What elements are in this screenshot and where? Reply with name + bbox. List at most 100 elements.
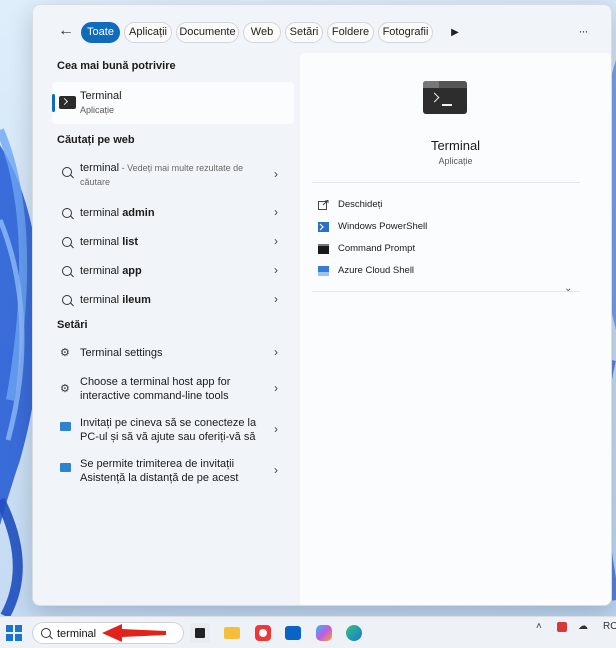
web-result-row[interactable]: terminal ileum ›: [52, 288, 294, 312]
copilot-icon[interactable]: [314, 623, 334, 643]
search-icon: [62, 237, 72, 247]
web-result-query: terminal: [80, 294, 123, 306]
web-result-suggestion: list: [122, 236, 139, 248]
selection-indicator: [52, 94, 55, 112]
terminal-settings-icon: ⚙: [60, 383, 70, 395]
command-prompt-icon: [318, 244, 329, 254]
chevron-right-icon: ›: [274, 205, 278, 219]
settings-result-label-line2: Asistență la distanță de pe acest: [80, 472, 239, 484]
more-filters-button[interactable]: ▶: [448, 22, 462, 43]
divider: [312, 291, 580, 292]
search-icon: [62, 208, 72, 218]
action-azure-cloud-shell[interactable]: Azure Cloud Shell: [318, 263, 578, 281]
search-icon: [62, 167, 72, 177]
terminal-app-large-icon: [423, 81, 467, 114]
settings-result-label: Invitați pe cineva să se conecteze la: [80, 417, 257, 429]
filter-chip-toate[interactable]: Toate: [81, 22, 120, 43]
task-view-icon[interactable]: [190, 623, 210, 643]
web-result-suggestion: ileum: [122, 294, 151, 306]
taskbar: ˄ ☁ RO: [0, 616, 616, 648]
web-result-row[interactable]: terminal list ›: [52, 230, 294, 254]
settings-result-row[interactable]: ⚙ Terminal settings ›: [52, 341, 294, 365]
settings-result-row[interactable]: Invitați pe cineva să se conecteze la PC…: [52, 413, 294, 447]
action-label: Deschideți: [338, 199, 383, 210]
settings-heading: Setări: [57, 319, 88, 331]
web-result-hint: - Vedeți mai multe rezultate de: [119, 163, 244, 173]
best-match-heading: Cea mai bună potrivire: [57, 60, 176, 72]
settings-result-label: Terminal settings: [80, 347, 163, 359]
best-match-item[interactable]: Terminal Aplicație: [52, 82, 294, 124]
web-search-heading: Căutați pe web: [57, 134, 135, 146]
back-button[interactable]: ←: [55, 20, 77, 42]
action-powershell[interactable]: Windows PowerShell: [318, 219, 578, 237]
best-match-title: Terminal: [80, 90, 122, 102]
web-result-row[interactable]: terminal admin ›: [52, 201, 294, 225]
web-result-query: terminal: [80, 162, 120, 174]
action-label: Command Prompt: [338, 243, 416, 254]
web-result-row[interactable]: terminal - Vedeți mai multe rezultate de…: [52, 157, 294, 193]
preview-subtitle: Aplicație: [438, 156, 473, 166]
settings-result-label: Se permite trimiterea de invitații: [80, 458, 235, 470]
chevron-right-icon: ›: [274, 381, 278, 395]
play-icon: ▶: [451, 27, 459, 38]
web-result-query: terminal: [80, 265, 123, 277]
action-label: Azure Cloud Shell: [338, 265, 415, 276]
edge-icon[interactable]: [344, 623, 364, 643]
start-search-panel: ← Toate Aplicații Documente Web Setări F…: [32, 4, 612, 606]
web-result-suggestion: admin: [122, 207, 155, 219]
filter-chip-setari[interactable]: Setări: [285, 22, 323, 43]
file-explorer-icon[interactable]: [222, 623, 242, 643]
settings-result-label: Choose a terminal host app for: [80, 376, 231, 388]
action-label: Windows PowerShell: [338, 221, 428, 232]
remote-assistance-icon: [60, 463, 71, 475]
web-result-suggestion: app: [122, 265, 142, 277]
azure-cloud-shell-icon: [318, 266, 329, 276]
preview-pane: Terminal Aplicație Deschideți Windows Po…: [300, 53, 611, 605]
filter-chip-documente[interactable]: Documente: [176, 22, 239, 43]
divider: [312, 182, 580, 183]
web-result-row[interactable]: terminal app ›: [52, 259, 294, 283]
filter-chip-web[interactable]: Web: [243, 22, 281, 43]
filter-chip-aplicatii[interactable]: Aplicații: [124, 22, 172, 43]
terminal-settings-icon: ⚙: [60, 347, 70, 359]
filter-chip-fotografii[interactable]: Fotografii: [378, 22, 433, 43]
expand-more-button[interactable]: ⌄: [564, 283, 572, 294]
settings-result-row[interactable]: Se permite trimiterea de invitații Asist…: [52, 454, 294, 488]
filter-chip-foldere[interactable]: Foldere: [327, 22, 374, 43]
best-match-subtitle: Aplicație: [80, 105, 115, 115]
search-icon: [62, 266, 72, 276]
vivaldi-icon[interactable]: [253, 623, 273, 643]
start-button[interactable]: [6, 625, 22, 641]
tray-app-icon[interactable]: [556, 617, 568, 637]
cloud-icon[interactable]: ☁: [578, 617, 588, 637]
search-icon: [41, 628, 51, 638]
chevron-right-icon: ›: [274, 234, 278, 248]
action-open[interactable]: Deschideți: [318, 197, 578, 215]
remote-assistance-icon: [60, 422, 71, 434]
web-result-hint-line2: căutare: [80, 177, 111, 187]
chevron-right-icon: ›: [274, 167, 278, 181]
filter-bar: ← Toate Aplicații Documente Web Setări F…: [33, 5, 611, 57]
terminal-app-icon: [59, 96, 76, 109]
settings-result-row[interactable]: ⚙ Choose a terminal host app for interac…: [52, 372, 294, 406]
chevron-right-icon: ›: [274, 422, 278, 436]
chevron-down-icon: ⌄: [564, 283, 573, 294]
chevron-up-icon[interactable]: ˄: [536, 617, 542, 637]
search-icon: [62, 295, 72, 305]
open-external-icon: [318, 200, 329, 210]
language-indicator[interactable]: RO: [603, 617, 616, 637]
annotation-arrow: [102, 624, 166, 642]
powershell-icon: [318, 222, 329, 232]
settings-result-label-line2: PC-ul și să vă ajute sau oferiți-vă să: [80, 431, 256, 443]
chevron-right-icon: ›: [274, 263, 278, 277]
arrow-left-icon: ←: [58, 22, 74, 39]
settings-result-label-line2: interactive command-line tools: [80, 390, 229, 402]
preview-title: Terminal: [430, 138, 481, 153]
chevron-right-icon: ›: [274, 345, 278, 359]
web-result-query: terminal: [80, 236, 123, 248]
outlook-icon[interactable]: [283, 623, 303, 643]
overflow-menu-button[interactable]: ···: [574, 22, 592, 43]
web-result-query: terminal: [80, 207, 123, 219]
chevron-right-icon: ›: [274, 292, 278, 306]
action-command-prompt[interactable]: Command Prompt: [318, 241, 578, 259]
